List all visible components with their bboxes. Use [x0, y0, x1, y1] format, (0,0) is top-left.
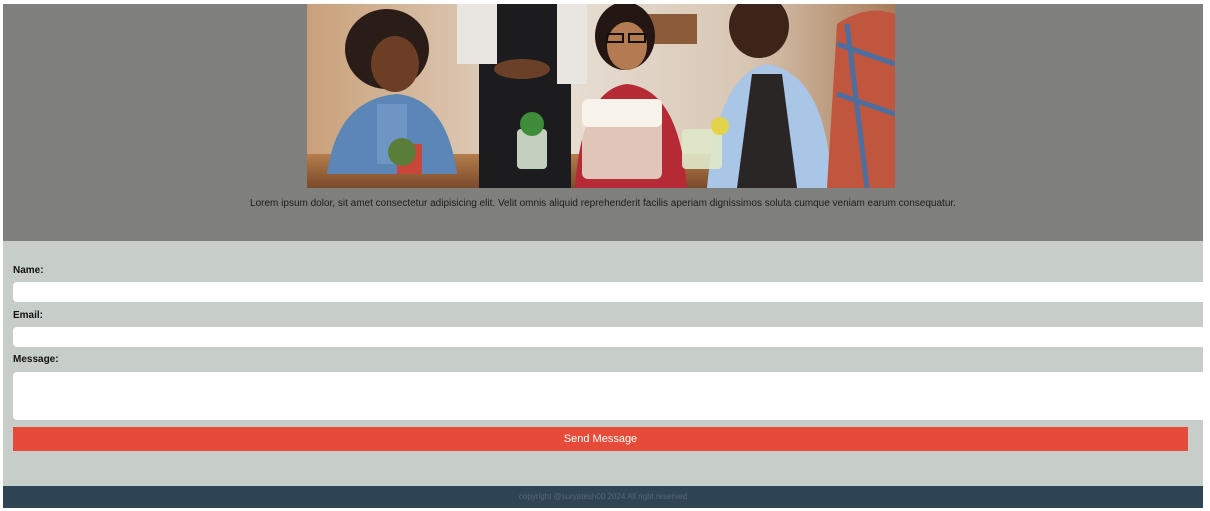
hero-description: Lorem ipsum dolor, sit amet consectetur …: [250, 198, 956, 209]
page: Lorem ipsum dolor, sit amet consectetur …: [3, 4, 1203, 508]
message-field[interactable]: [13, 372, 1203, 420]
hero-section: Lorem ipsum dolor, sit amet consectetur …: [3, 4, 1203, 241]
email-label: Email:: [13, 310, 44, 321]
footer: copyright @suryatesh00 2024 All right re…: [3, 486, 1203, 508]
hero-image: [307, 4, 895, 188]
name-field[interactable]: [13, 282, 1203, 302]
copyright-text: copyright @suryatesh00 2024 All right re…: [518, 492, 688, 501]
message-label: Message:: [13, 354, 59, 365]
contact-form: Name: Email: Message: Send Message: [3, 241, 1203, 486]
send-message-button[interactable]: Send Message: [13, 427, 1188, 451]
name-label: Name:: [13, 265, 44, 276]
email-field[interactable]: [13, 327, 1203, 347]
